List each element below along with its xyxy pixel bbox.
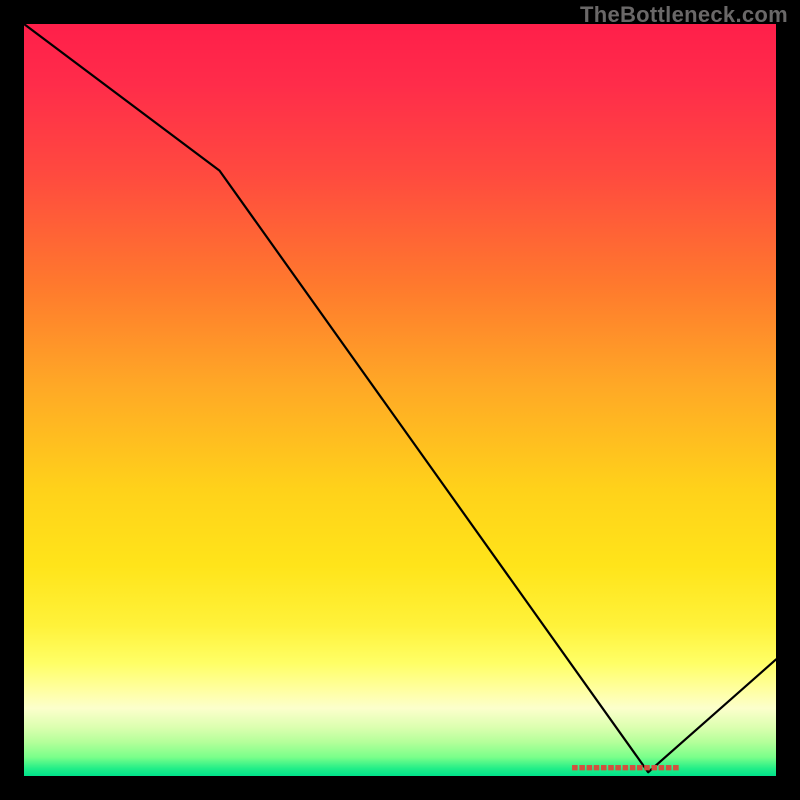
gradient-background [24, 24, 776, 776]
optimal-range-marker: ■■■■■■■■■■■■■■■ [572, 762, 680, 774]
plot-area: ■■■■■■■■■■■■■■■ [24, 24, 776, 776]
chart-container: { "attribution": "TheBottleneck.com", "c… [0, 0, 800, 800]
